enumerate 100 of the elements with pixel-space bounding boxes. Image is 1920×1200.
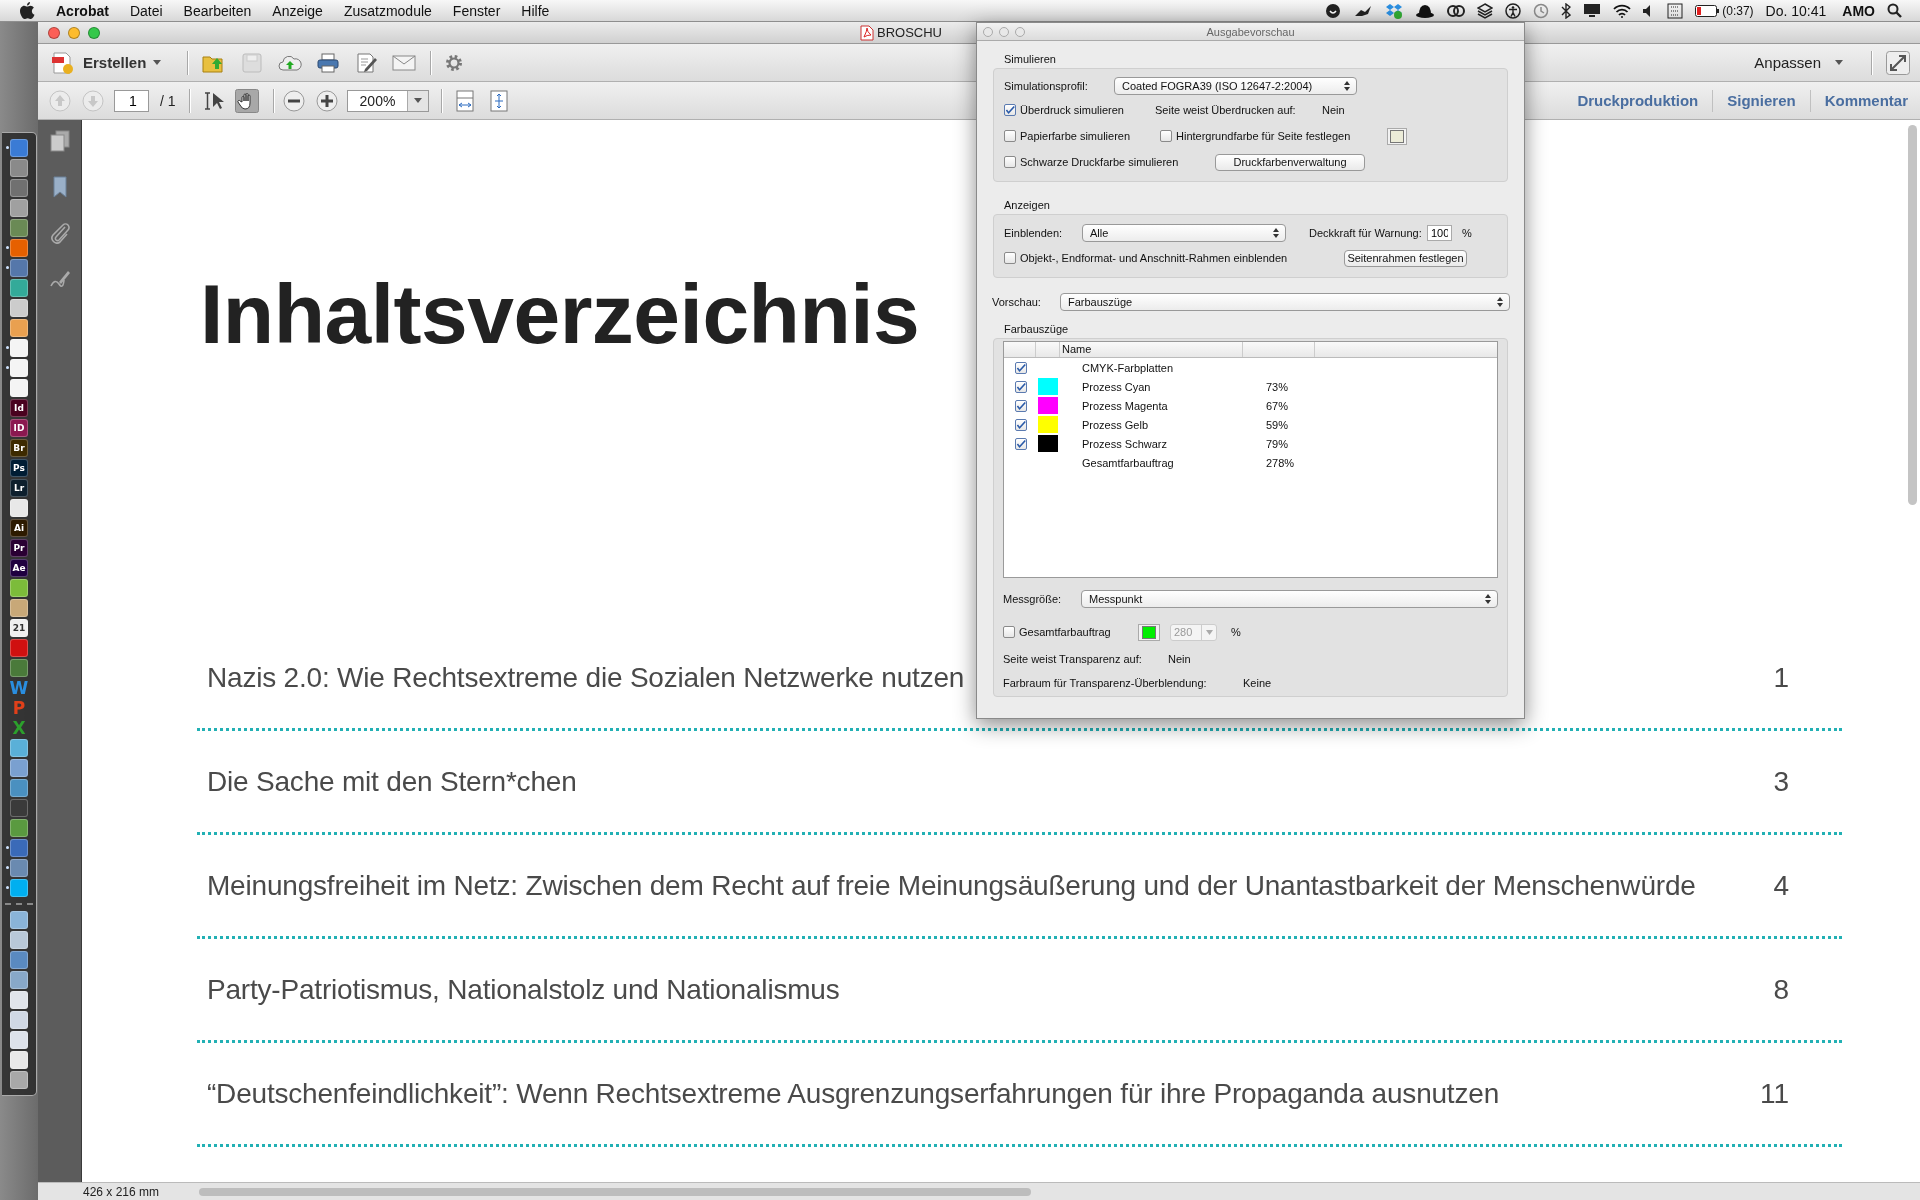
app-icon[interactable] [10, 139, 28, 157]
app-icon[interactable] [10, 1051, 28, 1069]
checkbox[interactable] [1004, 252, 1016, 264]
app-menu[interactable]: Acrobat [56, 2, 109, 19]
keyboard-icon[interactable] [1667, 2, 1684, 19]
app-icon[interactable] [10, 319, 28, 337]
app-icon[interactable]: Ae [10, 559, 28, 577]
toc-entry[interactable]: Nazis 2.0: Wie Rechtsextreme die Sozialen Netzwerke nutzen [207, 661, 965, 694]
checkbox[interactable] [1015, 361, 1027, 374]
updown-arrows-icon[interactable] [1497, 297, 1503, 307]
app-icon[interactable]: ID [10, 419, 28, 437]
app-icon[interactable] [10, 859, 28, 877]
app-icon[interactable] [10, 819, 28, 837]
app-icon[interactable] [10, 759, 28, 777]
layers-icon[interactable] [1477, 2, 1494, 19]
app-icon[interactable] [10, 339, 28, 357]
checkbox[interactable] [1004, 156, 1016, 168]
app-icon[interactable] [10, 379, 28, 397]
zoom-field[interactable]: 200% [346, 89, 429, 112]
updown-arrows-icon[interactable] [1344, 81, 1350, 91]
clock-icon[interactable] [1533, 2, 1550, 19]
app-icon[interactable] [10, 911, 28, 929]
app-icon[interactable] [10, 179, 28, 197]
app-icon[interactable]: Ps [10, 459, 28, 477]
task-tab[interactable]: Druckproduktion [1571, 88, 1705, 113]
app-icon[interactable] [10, 971, 28, 989]
dropdown[interactable]: Coated FOGRA39 (ISO 12647-2:2004) [1114, 77, 1357, 95]
menu-item[interactable]: Anzeige [272, 2, 323, 19]
toc-entry[interactable]: “Deutschenfeindlichkeit”: Wenn Rechtsextreme Ausgrenzungserfahrungen für ihre Propaganda ausnutzen [207, 1077, 1499, 1110]
search-icon[interactable] [1887, 3, 1902, 18]
toc-entry[interactable]: Party-Patriotismus, Nationalstolz und Nationalismus [207, 973, 840, 1006]
ink-manager-button[interactable]: Druckfarbenverwaltung [1215, 153, 1365, 171]
dropdown[interactable]: Messpunkt [1081, 590, 1498, 608]
wifi-icon[interactable] [1613, 3, 1632, 18]
caret-icon[interactable] [1835, 60, 1843, 65]
scrollbar-thumb[interactable] [1908, 125, 1917, 505]
app-icon[interactable] [10, 599, 28, 617]
close-button[interactable] [983, 26, 993, 37]
app-icon[interactable] [10, 839, 28, 857]
dropbox-icon[interactable] [1385, 2, 1404, 19]
hand-tool-icon[interactable] [234, 88, 259, 113]
zoom-out-icon[interactable] [282, 89, 305, 112]
app-icon[interactable] [10, 879, 28, 897]
app-icon[interactable] [10, 359, 28, 377]
settings-icon[interactable] [444, 52, 465, 73]
app-icon[interactable] [10, 299, 28, 317]
app-icon[interactable] [10, 951, 28, 969]
checkbox[interactable] [1015, 437, 1027, 450]
app-icon[interactable] [10, 579, 28, 597]
user-name[interactable]: AMO [1842, 2, 1875, 19]
scrollbar-thumb[interactable] [199, 1187, 1032, 1196]
toc-entry[interactable]: Die Sache mit den Stern*chen [207, 765, 577, 798]
checkbox[interactable] [1160, 130, 1172, 142]
signature-icon[interactable] [48, 268, 71, 288]
app-icon[interactable] [10, 779, 28, 797]
updown-arrows-icon[interactable] [1485, 594, 1491, 604]
mail-icon[interactable] [392, 54, 417, 71]
app-icon[interactable]: Pr [10, 539, 28, 557]
app-icon[interactable]: X [12, 719, 26, 737]
app-icon[interactable]: Lr [10, 479, 28, 497]
zoom-in-icon[interactable] [315, 89, 338, 112]
page-boxes-button[interactable]: Seitenrahmen festlegen [1344, 249, 1467, 267]
display-icon[interactable] [1583, 3, 1602, 18]
checkbox[interactable] [1015, 380, 1027, 393]
close-button[interactable] [48, 26, 60, 39]
updown-arrows-icon[interactable] [1273, 228, 1279, 238]
app-icon[interactable] [10, 159, 28, 177]
checkbox[interactable] [1015, 418, 1027, 431]
color-swatch[interactable] [1387, 127, 1407, 145]
pages-icon[interactable] [49, 130, 70, 152]
checkbox[interactable] [1004, 130, 1016, 142]
battery-icon[interactable] [1695, 4, 1720, 17]
checkbox[interactable] [1004, 104, 1016, 116]
create-button[interactable]: Erstellen [51, 50, 162, 75]
app-icon[interactable]: Br [10, 439, 28, 457]
apple-icon[interactable] [19, 2, 35, 19]
menu-item[interactable]: Bearbeiten [183, 2, 252, 19]
dropdown[interactable]: Alle [1082, 224, 1286, 242]
edit-icon[interactable] [356, 51, 379, 74]
minimize-button[interactable] [68, 26, 80, 39]
app-icon[interactable] [10, 239, 28, 257]
dropdown[interactable]: Farbauszüge [1060, 293, 1510, 311]
opacity-field[interactable]: 100 [1427, 225, 1452, 241]
app-icon[interactable] [10, 279, 28, 297]
hat-icon[interactable] [1415, 3, 1436, 18]
fit-width-icon[interactable] [454, 89, 475, 112]
task-tab[interactable]: Kommentar [1818, 88, 1914, 113]
app-icon[interactable] [10, 199, 28, 217]
chat-icon[interactable] [1325, 2, 1342, 19]
checkbox[interactable] [1015, 399, 1027, 412]
task-tab[interactable]: Signieren [1721, 88, 1802, 113]
paperclip-icon[interactable] [49, 222, 70, 244]
app-icon[interactable] [10, 931, 28, 949]
menu-item[interactable]: Datei [129, 2, 163, 19]
minimize-button[interactable] [999, 26, 1009, 37]
select-tool-icon[interactable] [202, 89, 225, 112]
caret-icon[interactable] [153, 60, 162, 65]
expand-icon[interactable] [1886, 50, 1910, 75]
caret-icon[interactable] [413, 98, 422, 103]
menu-item[interactable]: Fenster [452, 2, 501, 19]
